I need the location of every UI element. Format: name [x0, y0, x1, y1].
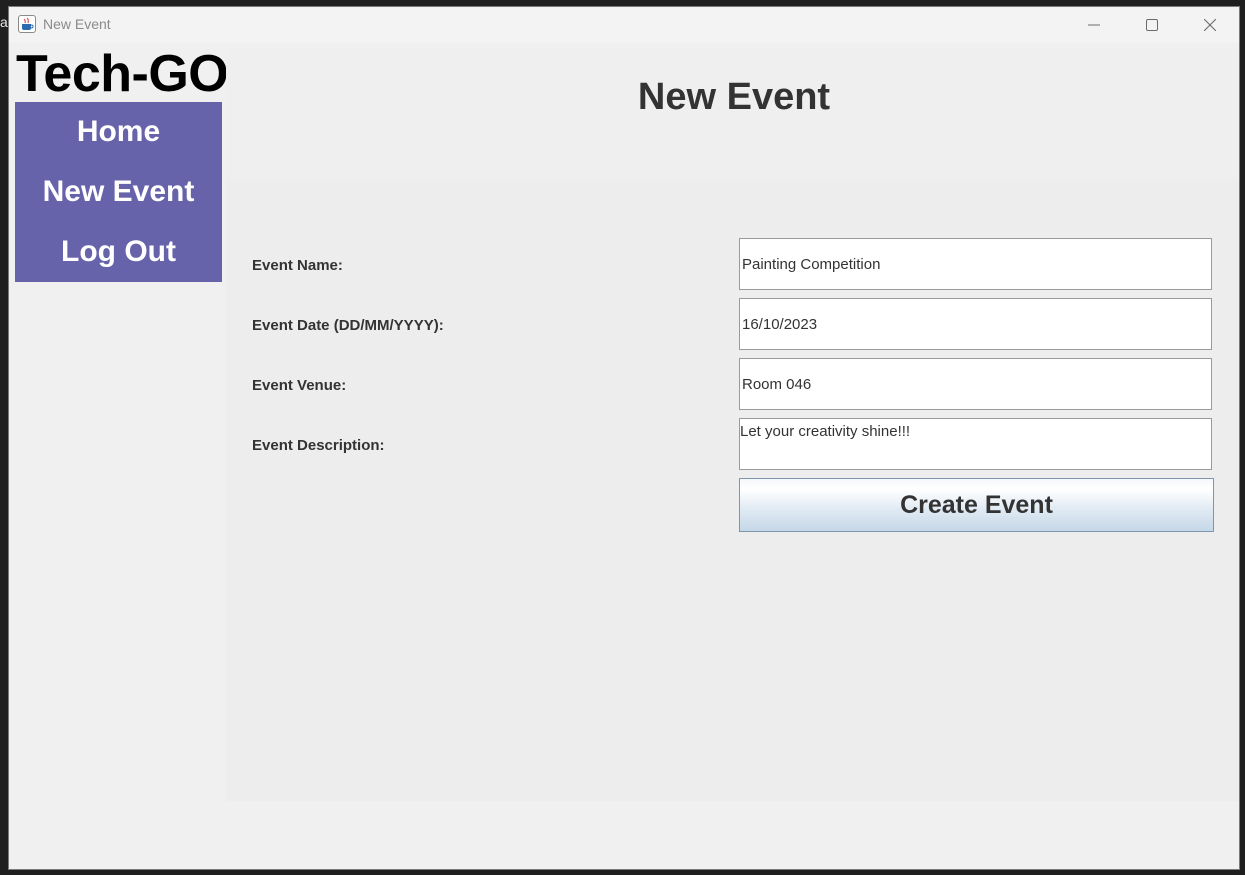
maximize-button[interactable] — [1129, 7, 1175, 43]
main-panel: New Event Event Name: Painting Competiti… — [226, 49, 1239, 801]
event-venue-field[interactable]: Room 046 — [739, 358, 1212, 410]
event-date-field[interactable]: 16/10/2023 — [739, 298, 1212, 350]
close-icon — [1204, 19, 1216, 31]
page-title: New Event — [637, 76, 831, 118]
event-name-label: Event Name: — [252, 257, 343, 274]
sidebar-nav: Home New Event Log Out — [15, 102, 222, 282]
event-description-label: Event Description: — [252, 437, 385, 454]
java-cup-icon — [18, 15, 36, 33]
nav-item-new-event[interactable]: New Event — [15, 162, 222, 222]
maximize-icon — [1146, 19, 1158, 31]
close-button[interactable] — [1187, 7, 1233, 43]
content-area: Tech-GO Home New Event Log Out New Event… — [9, 43, 1239, 869]
event-description-textarea[interactable]: Let your creativity shine!!! — [739, 418, 1212, 470]
header-band: New Event — [226, 49, 1239, 180]
window-title: New Event — [43, 16, 111, 32]
brand-logo-text: Tech-GO — [16, 45, 229, 103]
create-event-button[interactable]: Create Event — [739, 478, 1214, 532]
minimize-button[interactable] — [1071, 7, 1117, 43]
nav-item-log-out[interactable]: Log Out — [15, 222, 222, 282]
event-venue-label: Event Venue: — [252, 377, 347, 394]
event-name-field[interactable]: Painting Competition — [739, 238, 1212, 290]
event-date-label: Event Date (DD/MM/YYYY): — [252, 317, 444, 334]
title-bar[interactable]: New Event — [9, 7, 1239, 43]
app-window: New Event Tech-GO Home New Event Log Out — [8, 6, 1240, 870]
minimize-icon — [1088, 24, 1100, 26]
nav-item-home[interactable]: Home — [15, 102, 222, 162]
background-window-fragment: ag — [0, 14, 8, 30]
